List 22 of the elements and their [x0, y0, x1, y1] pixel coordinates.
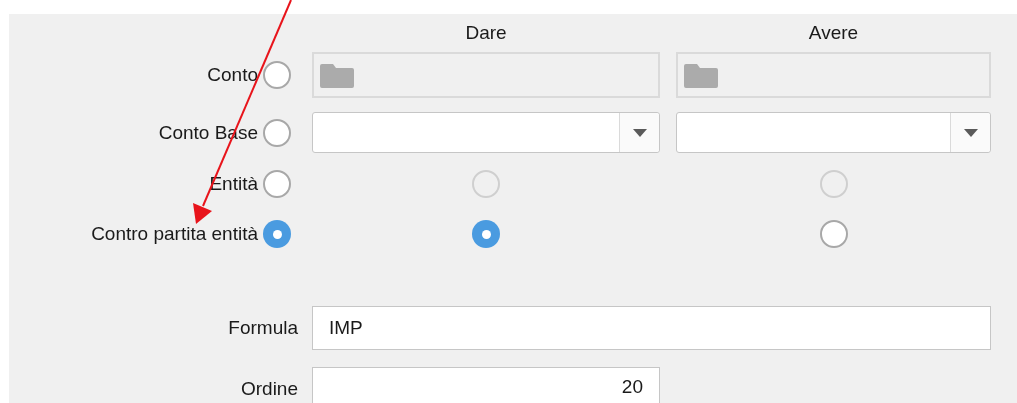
input-field[interactable]: IMP: [312, 306, 991, 350]
folder-icon: [320, 62, 354, 88]
folder-icon: [684, 62, 718, 88]
row-label: Contro partita entità: [91, 223, 258, 245]
caret-icon: [963, 128, 978, 137]
radio-button[interactable]: [263, 220, 291, 248]
caret-icon: [632, 128, 647, 137]
radio-button[interactable]: [819, 220, 848, 248]
row-label: Conto: [207, 64, 258, 86]
account-field[interactable]: [312, 52, 660, 98]
radio-button[interactable]: [263, 61, 291, 89]
account-field[interactable]: [676, 52, 991, 98]
dropdown[interactable]: [676, 112, 991, 153]
input-field[interactable]: 20: [312, 367, 660, 403]
field-label: Formula: [228, 317, 298, 339]
column-header: Dare: [465, 22, 507, 44]
radio-button[interactable]: [263, 118, 291, 147]
field-label: Ordine: [240, 378, 298, 400]
radio-button[interactable]: [263, 170, 291, 198]
dropdown[interactable]: [312, 112, 660, 153]
column-header: Avere: [808, 22, 859, 44]
radio-button[interactable]: [472, 220, 500, 248]
